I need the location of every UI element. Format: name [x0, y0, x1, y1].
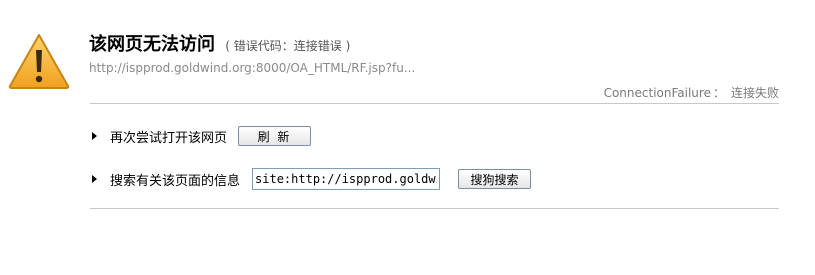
search-input[interactable] — [252, 168, 441, 190]
bullet-arrow-icon — [92, 175, 97, 183]
failure-code: ConnectionFailure — [603, 86, 711, 100]
error-url: http://ispprod.goldwind.org:8000/OA_HTML… — [89, 61, 416, 75]
failure-info: ConnectionFailure： 连接失败 — [604, 84, 779, 101]
search-label: 搜索有关该页面的信息 — [110, 173, 241, 189]
error-page: 该网页无法访问 ( 错误代码：连接错误 ) http://ispprod.gol… — [0, 0, 815, 275]
retry-label: 再次尝试打开该网页 — [110, 130, 228, 146]
refresh-button[interactable]: 刷 新 — [238, 126, 312, 146]
retry-row: 再次尝试打开该网页 刷 新 — [90, 126, 312, 146]
failure-description: 连接失败 — [730, 86, 779, 100]
warning-icon — [8, 34, 70, 89]
divider-bottom — [90, 208, 779, 209]
bullet-arrow-icon — [92, 132, 97, 140]
search-row: 搜索有关该页面的信息 搜狗搜索 — [90, 168, 532, 190]
error-code: ( 错误代码：连接错误 ) — [225, 39, 351, 53]
divider-top — [90, 103, 779, 104]
failure-separator: ： — [712, 86, 725, 100]
error-title: 该网页无法访问 ( 错误代码：连接错误 ) — [89, 30, 350, 56]
error-title-text: 该网页无法访问 — [89, 34, 215, 55]
search-button[interactable]: 搜狗搜索 — [458, 169, 532, 189]
